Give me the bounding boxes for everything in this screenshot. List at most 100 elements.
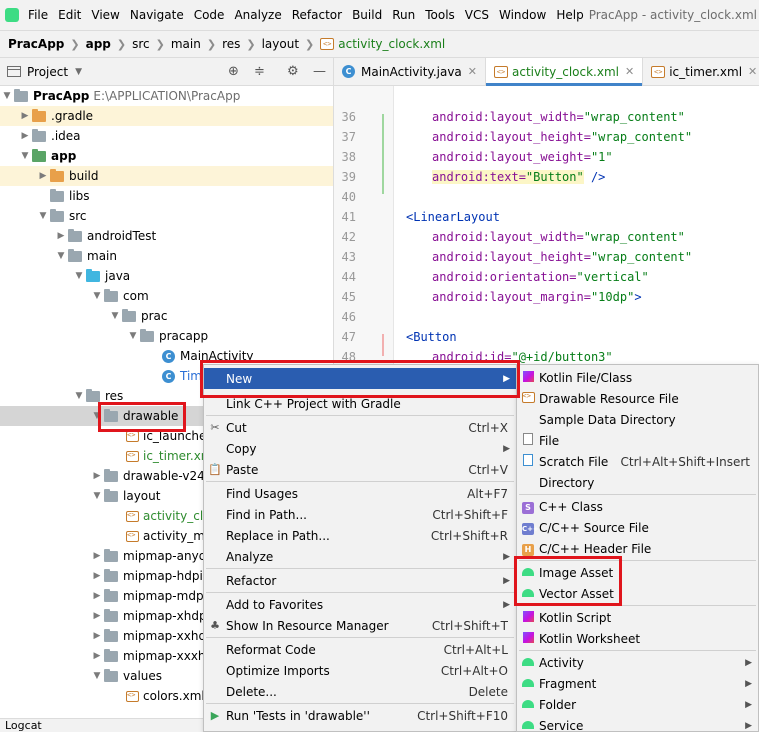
submenu-item-vector-asset[interactable]: Vector Asset <box>517 583 758 604</box>
close-icon[interactable]: ✕ <box>625 65 634 78</box>
menu-window[interactable]: Window <box>494 8 551 22</box>
chevron-right-icon[interactable]: ▶ <box>18 111 32 121</box>
crumb-main[interactable]: main <box>171 37 201 51</box>
chevron-down-icon[interactable]: ▼ <box>75 67 82 77</box>
menu-item-delete[interactable]: Delete... Delete <box>204 681 516 702</box>
menu-item-analyze[interactable]: Analyze ▶ <box>204 546 516 567</box>
menu-item-run-tests[interactable]: ▶ Run 'Tests in 'drawable'' Ctrl+Shift+F1… <box>204 705 516 726</box>
chevron-down-icon[interactable]: ▼ <box>36 211 50 221</box>
menu-item-new[interactable]: New ▶ <box>204 368 516 389</box>
submenu-item-service[interactable]: Service ▶ <box>517 715 758 732</box>
chevron-down-icon[interactable]: ▼ <box>90 291 104 301</box>
project-view-selector[interactable]: Project <box>27 65 68 79</box>
menu-item-link-cpp[interactable]: Link C++ Project with Gradle <box>204 393 516 414</box>
tab-activity-clock[interactable]: <> activity_clock.xml ✕ <box>486 58 644 86</box>
menu-item-copy[interactable]: Copy ▶ <box>204 438 516 459</box>
tab-ic-timer[interactable]: <> ic_timer.xml ✕ <box>643 58 759 85</box>
menu-vcs[interactable]: VCS <box>460 8 494 22</box>
submenu-item-scratch-file[interactable]: Scratch File Ctrl+Alt+Shift+Insert <box>517 451 758 472</box>
menu-analyze[interactable]: Analyze <box>229 8 286 22</box>
tree-item-gradle[interactable]: ▶ .gradle <box>0 106 333 126</box>
chevron-down-icon[interactable]: ▼ <box>0 91 14 101</box>
tree-item-androidtest[interactable]: ▶ androidTest <box>0 226 333 246</box>
menu-item-paste[interactable]: 📋 Paste Ctrl+V <box>204 459 516 480</box>
menu-item-find-usages[interactable]: Find Usages Alt+F7 <box>204 483 516 504</box>
chevron-right-icon[interactable]: ▶ <box>54 231 68 241</box>
tree-item-com[interactable]: ▼ com <box>0 286 333 306</box>
chevron-down-icon[interactable]: ▼ <box>90 411 104 421</box>
chevron-right-icon[interactable]: ▶ <box>90 471 104 481</box>
tree-item-build[interactable]: ▶ build <box>0 166 333 186</box>
menu-code[interactable]: Code <box>189 8 230 22</box>
chevron-down-icon[interactable]: ▼ <box>108 311 122 321</box>
tree-item-main[interactable]: ▼ main <box>0 246 333 266</box>
chevron-down-icon[interactable]: ▼ <box>72 391 86 401</box>
chevron-right-icon[interactable]: ▶ <box>90 611 104 621</box>
menu-item-replace-in-path[interactable]: Replace in Path... Ctrl+Shift+R <box>204 525 516 546</box>
chevron-right-icon[interactable]: ▶ <box>90 651 104 661</box>
chevron-down-icon[interactable]: ▼ <box>126 331 140 341</box>
crumb-file[interactable]: activity_clock.xml <box>338 37 445 51</box>
tree-item-src[interactable]: ▼ src <box>0 206 333 226</box>
menu-help[interactable]: Help <box>551 8 588 22</box>
chevron-down-icon[interactable]: ▼ <box>72 271 86 281</box>
chevron-right-icon[interactable]: ▶ <box>90 591 104 601</box>
tree-item-idea[interactable]: ▶ .idea <box>0 126 333 146</box>
menu-refactor[interactable]: Refactor <box>287 8 347 22</box>
close-icon[interactable]: ✕ <box>748 65 757 78</box>
submenu-item-drawable-resource[interactable]: Drawable Resource File <box>517 388 758 409</box>
crumb-src[interactable]: src <box>132 37 150 51</box>
submenu-item-cpp-class[interactable]: S C++ Class <box>517 496 758 517</box>
menu-item-refactor[interactable]: Refactor ▶ <box>204 570 516 591</box>
submenu-item-kotlin-script[interactable]: Kotlin Script <box>517 607 758 628</box>
tree-item-prac[interactable]: ▼ prac <box>0 306 333 326</box>
submenu-item-kotlin-worksheet[interactable]: Kotlin Worksheet <box>517 628 758 649</box>
menu-item-find-in-path[interactable]: Find in Path... Ctrl+Shift+F <box>204 504 516 525</box>
menu-item-reformat-code[interactable]: Reformat Code Ctrl+Alt+L <box>204 639 516 660</box>
locate-target-icon[interactable]: ⊕ <box>228 64 239 79</box>
menu-file[interactable]: File <box>23 8 53 22</box>
menu-item-add-favorites[interactable]: Add to Favorites ▶ <box>204 594 516 615</box>
chevron-right-icon[interactable]: ▶ <box>90 571 104 581</box>
submenu-item-directory[interactable]: Directory <box>517 472 758 493</box>
submenu-item-file[interactable]: File <box>517 430 758 451</box>
menu-item-optimize-imports[interactable]: Optimize Imports Ctrl+Alt+O <box>204 660 516 681</box>
submenu-item-folder[interactable]: Folder ▶ <box>517 694 758 715</box>
chevron-down-icon[interactable]: ▼ <box>54 251 68 261</box>
tree-item-pracapp[interactable]: ▼ PracApp E:\APPLICATION\PracApp <box>0 86 333 106</box>
tree-item-java[interactable]: ▼ java <box>0 266 333 286</box>
tree-item-mainactivity[interactable]: C MainActivity <box>0 346 333 366</box>
menu-item-cut[interactable]: ✂ Cut Ctrl+X <box>204 417 516 438</box>
chevron-down-icon[interactable]: ▼ <box>90 671 104 681</box>
crumb-res[interactable]: res <box>222 37 240 51</box>
tree-item-libs[interactable]: libs <box>0 186 333 206</box>
chevron-right-icon[interactable]: ▶ <box>90 631 104 641</box>
close-icon[interactable]: ✕ <box>468 65 477 78</box>
menu-build[interactable]: Build <box>347 8 387 22</box>
chevron-right-icon[interactable]: ▶ <box>90 551 104 561</box>
submenu-item-fragment[interactable]: Fragment ▶ <box>517 673 758 694</box>
collapse-all-icon[interactable]: ≑ <box>254 64 265 79</box>
chevron-down-icon[interactable]: ▼ <box>18 151 32 161</box>
submenu-item-cpp-header[interactable]: H C/C++ Header File <box>517 538 758 559</box>
chevron-right-icon[interactable]: ▶ <box>36 171 50 181</box>
crumb-app[interactable]: app <box>86 37 111 51</box>
menu-tools[interactable]: Tools <box>420 8 460 22</box>
crumb-layout[interactable]: layout <box>262 37 299 51</box>
submenu-item-kotlin-file[interactable]: Kotlin File/Class <box>517 367 758 388</box>
submenu-item-image-asset[interactable]: Image Asset <box>517 562 758 583</box>
hide-panel-icon[interactable]: — <box>313 64 326 79</box>
submenu-item-activity[interactable]: Activity ▶ <box>517 652 758 673</box>
tree-item-pracapp-package[interactable]: ▼ pracapp <box>0 326 333 346</box>
submenu-item-cpp-source[interactable]: C++ C/C++ Source File <box>517 517 758 538</box>
chevron-right-icon[interactable]: ▶ <box>18 131 32 141</box>
menu-item-show-resource-manager[interactable]: ♣ Show In Resource Manager Ctrl+Shift+T <box>204 615 516 636</box>
chevron-down-icon[interactable]: ▼ <box>90 491 104 501</box>
gear-icon[interactable]: ⚙ <box>287 64 299 79</box>
tree-item-app[interactable]: ▼ app <box>0 146 333 166</box>
submenu-item-sample-data[interactable]: Sample Data Directory <box>517 409 758 430</box>
tab-mainactivity[interactable]: C MainActivity.java ✕ <box>334 58 486 85</box>
crumb-project[interactable]: PracApp <box>8 37 64 51</box>
menu-view[interactable]: View <box>86 8 124 22</box>
menu-run[interactable]: Run <box>387 8 420 22</box>
